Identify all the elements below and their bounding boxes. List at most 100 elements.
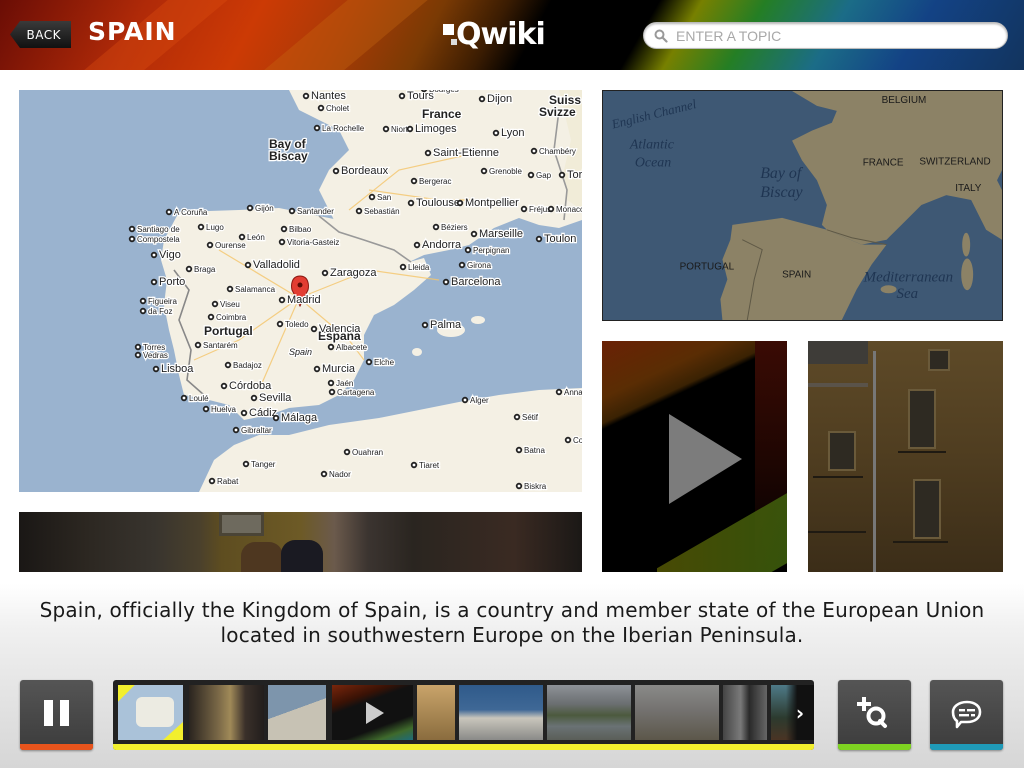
comment-button[interactable] xyxy=(930,680,1003,750)
city-dot-icon xyxy=(480,167,488,175)
europe-map-tile[interactable]: English Channel BELGIUM Atlantic Ocean B… xyxy=(602,90,1003,321)
thumbnail-almudena-cathedral[interactable] xyxy=(459,685,543,740)
search-box[interactable] xyxy=(643,22,1008,49)
label-atlantic: Atlantic xyxy=(629,138,675,153)
map-label: Córdoba xyxy=(229,380,272,392)
ibiza-island xyxy=(412,348,422,356)
map-label: Bergerac xyxy=(419,177,451,186)
alley-photo-tile[interactable] xyxy=(19,512,582,572)
thumbnail-bridge-river[interactable] xyxy=(547,685,631,740)
pause-button[interactable] xyxy=(20,680,93,750)
label-italy: ITALY xyxy=(955,183,982,194)
thumbnail-map-spain[interactable] xyxy=(118,685,183,740)
map-label: Jaén xyxy=(336,379,353,388)
map-label: Málaga xyxy=(281,412,318,424)
city-dot-icon xyxy=(461,396,469,404)
thumbnail-map-europe[interactable] xyxy=(268,685,326,740)
city-dot-icon xyxy=(424,149,432,157)
map-label: Tanger xyxy=(251,460,276,469)
city-dot-icon xyxy=(226,285,234,293)
map-label: La Rochelle xyxy=(322,124,365,133)
city-dot-icon xyxy=(240,409,248,417)
map-label: Girona xyxy=(467,261,492,270)
play-icon[interactable] xyxy=(669,414,742,504)
filmstrip[interactable]: › xyxy=(113,680,814,750)
map-label: Huelva xyxy=(211,405,236,414)
city-dot-icon xyxy=(343,448,351,456)
map-label: Monaco xyxy=(556,205,582,214)
menorca-island xyxy=(471,316,485,324)
city-dot-icon xyxy=(321,269,329,277)
qwiki-logo[interactable]: Qwiki xyxy=(443,16,546,52)
thumbnail-historic-photo[interactable] xyxy=(723,685,767,740)
map-label: Barcelona xyxy=(451,276,501,288)
building-photo-tile[interactable] xyxy=(808,341,1003,572)
thumbnail-misty-landscape[interactable] xyxy=(635,685,719,740)
header-bar: BACK SPAIN Qwiki xyxy=(0,0,1024,70)
map-label: Ourense xyxy=(215,241,246,250)
map-label: Torino xyxy=(567,169,582,181)
map-label: Viseu xyxy=(220,300,240,309)
label-spain: SPAIN xyxy=(782,269,811,280)
label-biscay: Biscay xyxy=(760,184,803,201)
thumbnail-video-clip[interactable] xyxy=(332,685,413,740)
thumbnail-alley-street[interactable] xyxy=(189,685,264,740)
city-dot-icon xyxy=(564,436,572,444)
photo-detail xyxy=(808,531,866,533)
photo-detail xyxy=(813,476,863,478)
map-label: Toulon xyxy=(544,233,576,245)
city-dot-icon xyxy=(128,225,136,233)
city-dot-icon xyxy=(180,394,188,402)
city-dot-icon xyxy=(208,477,216,485)
add-qwiki-accent-bar xyxy=(838,744,911,750)
city-dot-icon xyxy=(365,358,373,366)
page-title: SPAIN xyxy=(88,17,177,46)
city-dot-icon xyxy=(238,233,246,241)
city-dot-icon xyxy=(420,90,428,93)
map-label: Vitoria-Gasteiz xyxy=(287,238,339,247)
city-dot-icon xyxy=(332,167,340,175)
map-label: Béziers xyxy=(441,223,468,232)
city-dot-icon xyxy=(382,125,390,133)
photo-detail xyxy=(908,389,936,449)
city-dot-icon xyxy=(470,230,478,238)
photo-detail xyxy=(241,542,283,572)
map-label: Sevilla xyxy=(259,392,292,404)
city-dot-icon xyxy=(410,461,418,469)
city-dot-icon xyxy=(244,261,252,269)
chevron-right-icon[interactable]: › xyxy=(786,685,814,740)
map-label: Perpignan xyxy=(473,246,509,255)
city-dot-icon xyxy=(232,426,240,434)
add-qwiki-icon xyxy=(857,697,887,728)
pause-icon xyxy=(60,700,69,726)
city-dot-icon xyxy=(478,95,486,103)
map-label: Niort xyxy=(391,125,409,134)
city-dot-icon xyxy=(432,223,440,231)
city-dot-icon xyxy=(555,388,563,396)
city-dot-icon xyxy=(530,147,538,155)
map-label: Montpellier xyxy=(465,197,519,209)
photo-detail xyxy=(898,451,946,453)
map-label: Badajoz xyxy=(233,361,262,370)
add-qwiki-button[interactable] xyxy=(838,680,911,750)
thumb-detail xyxy=(163,722,183,740)
search-input[interactable] xyxy=(676,27,996,44)
video-tile[interactable] xyxy=(602,341,787,572)
spain-map-tile[interactable]: NantesCholetToursBourgesDijonSuissSvizze… xyxy=(19,90,582,492)
map-label: Figueira xyxy=(148,297,177,306)
city-dot-icon xyxy=(421,321,429,329)
city-dot-icon xyxy=(278,238,286,246)
thumbnail-old-building[interactable] xyxy=(417,685,455,740)
city-dot-icon xyxy=(313,365,321,373)
city-dot-icon xyxy=(492,129,500,137)
city-dot-icon xyxy=(327,343,335,351)
city-dot-icon xyxy=(288,207,296,215)
map-label: da Foz xyxy=(148,307,172,316)
city-dot-icon xyxy=(413,241,421,249)
city-dot-icon xyxy=(139,307,147,315)
city-dot-icon xyxy=(276,320,284,328)
photo-detail xyxy=(913,479,941,539)
back-button[interactable]: BACK xyxy=(10,21,71,48)
city-dot-icon xyxy=(513,413,521,421)
map-label: San xyxy=(377,193,391,202)
